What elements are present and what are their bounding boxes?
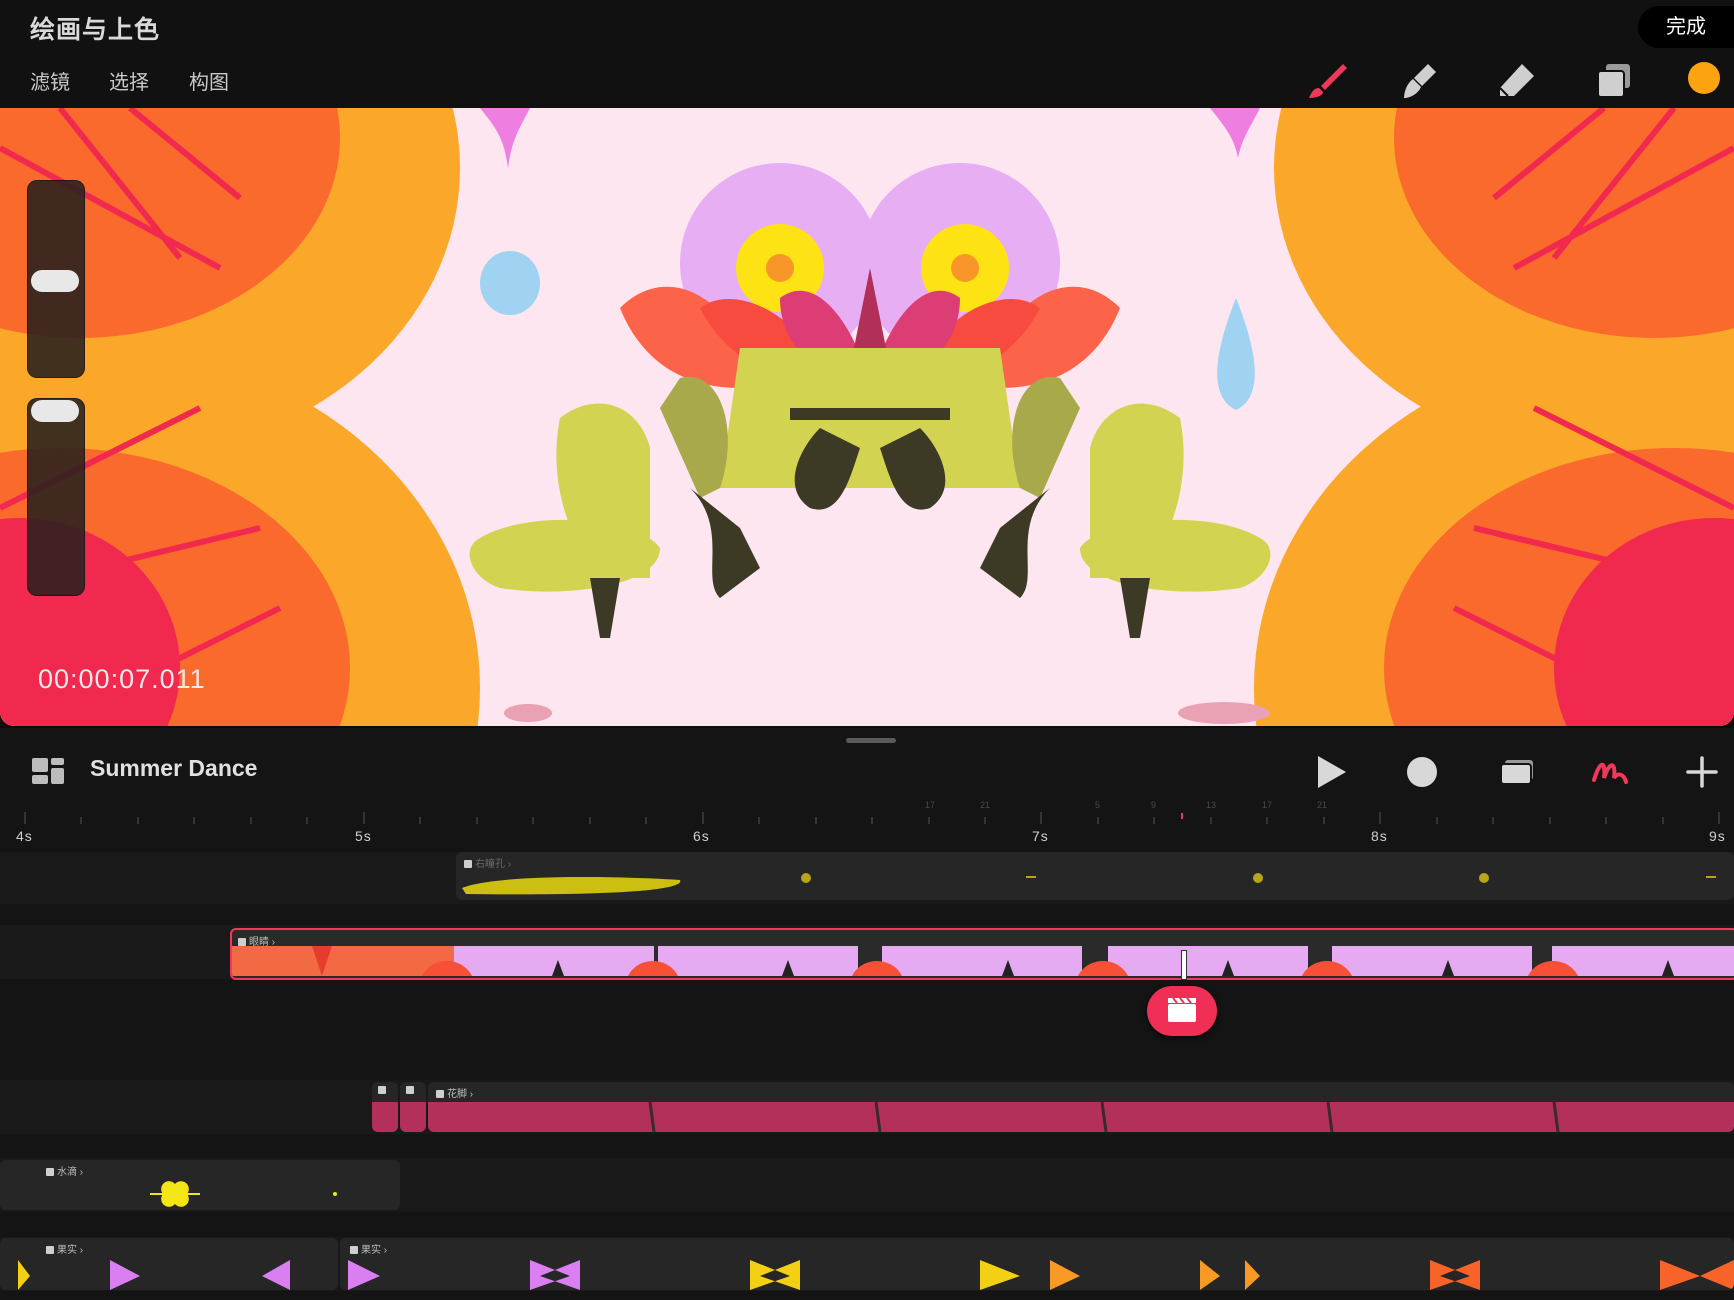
clip-fruit[interactable]: 果实 › [0, 1238, 338, 1290]
brush-size-thumb[interactable] [31, 270, 79, 292]
top-toolbar [0, 0, 1734, 108]
ruler-label: 9s [1709, 828, 1726, 844]
project-title[interactable]: Summer Dance [90, 755, 257, 782]
keyframe-marker-button[interactable] [1147, 986, 1217, 1036]
water-drop-left [480, 251, 540, 315]
color-swatch[interactable] [1688, 62, 1720, 94]
menu-selection[interactable]: 选择 [109, 66, 149, 95]
onion-skin-icon[interactable] [1496, 750, 1540, 794]
ruler-label: 6s [693, 828, 710, 844]
playhead[interactable] [1181, 950, 1187, 980]
ruler-label: 8s [1371, 828, 1388, 844]
drawing-canvas[interactable] [0, 108, 1734, 726]
clip-flower-feet-frame[interactable] [372, 1082, 398, 1132]
layers-icon[interactable] [1592, 58, 1636, 102]
menu-transform[interactable]: 构图 [189, 66, 229, 95]
brush-icon[interactable] [1305, 58, 1349, 102]
animation-assist-icon[interactable] [1588, 750, 1632, 794]
clip-eyes[interactable]: 眼睛 › [230, 928, 1734, 980]
play-icon[interactable] [1308, 750, 1352, 794]
record-icon[interactable] [1400, 750, 1444, 794]
eraser-icon[interactable] [1494, 58, 1538, 102]
clip-flower-feet-frame[interactable] [400, 1082, 426, 1132]
smudge-icon[interactable] [1398, 58, 1442, 102]
water-drop-right [1217, 298, 1255, 410]
clip-fruit[interactable]: 果实 › [340, 1238, 1734, 1290]
ruler-label: 5s [355, 828, 372, 844]
pink-drip-right [1210, 108, 1260, 158]
clip-water-drop[interactable]: 水滴 › [0, 1160, 400, 1210]
panel-grabber[interactable] [846, 738, 896, 743]
app-title[interactable]: 绘画与上色 [30, 10, 160, 46]
layout-icon[interactable] [30, 756, 66, 786]
menu-filters[interactable]: 滤镜 [30, 66, 70, 95]
clip-flower-feet[interactable]: 花脚 › [428, 1082, 1734, 1132]
done-button[interactable]: 完成 [1638, 6, 1734, 48]
opacity-thumb[interactable] [31, 400, 79, 422]
add-icon[interactable] [1680, 750, 1724, 794]
ruler-label: 4s [16, 828, 33, 844]
timecode: 00:00:07.011 [38, 664, 206, 694]
corner-leaf-bottom-right [1254, 348, 1734, 726]
opacity-slider[interactable] [27, 398, 85, 596]
clip-right-pupil[interactable]: 右瞳孔 › [456, 852, 1734, 900]
pink-drip-left [480, 108, 530, 168]
frame-ticks: 17 21 5 9 13 17 21 [925, 800, 1328, 810]
ruler-label: 7s [1032, 828, 1049, 844]
artwork [0, 108, 1734, 726]
